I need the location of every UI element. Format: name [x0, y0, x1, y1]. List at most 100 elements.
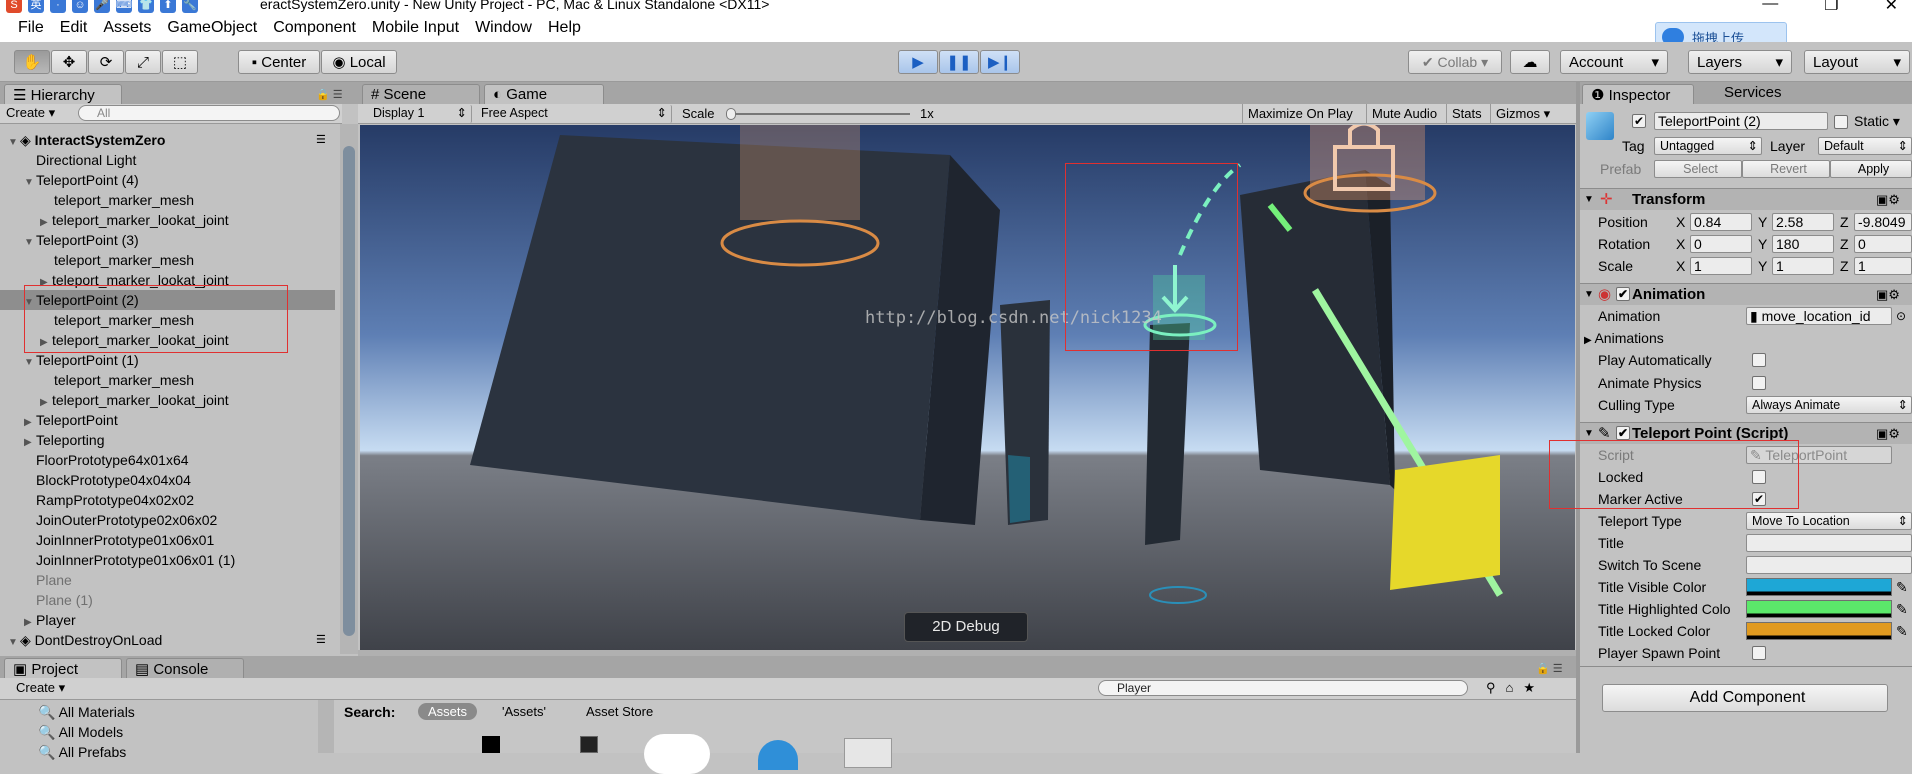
- mute-audio-toggle[interactable]: Mute Audio: [1366, 104, 1442, 124]
- layout-dropdown[interactable]: Layout ▾: [1804, 50, 1910, 74]
- hierarchy-search-input[interactable]: All: [78, 105, 340, 121]
- switch-scene-input[interactable]: [1746, 556, 1912, 574]
- hierarchy-item[interactable]: ▶ Player: [0, 610, 335, 630]
- menu-assets[interactable]: Assets: [95, 19, 159, 37]
- scale-tool-button[interactable]: ⤢: [125, 50, 161, 74]
- object-picker-icon[interactable]: ⊙: [1896, 305, 1906, 327]
- menu-edit[interactable]: Edit: [52, 19, 96, 37]
- hierarchy-item[interactable]: RampPrototype04x02x02: [0, 490, 335, 510]
- layers-dropdown[interactable]: Layers ▾: [1688, 50, 1792, 74]
- animate-physics-checkbox[interactable]: [1752, 376, 1766, 390]
- animations-row[interactable]: ▶ Animations: [1584, 327, 1898, 349]
- hierarchy-item[interactable]: Directional Light: [0, 150, 335, 170]
- tab-game[interactable]: ◐ Game: [484, 84, 604, 104]
- hierarchy-item[interactable]: teleport_marker_mesh: [0, 190, 335, 210]
- tag-dropdown[interactable]: Untagged ⇕: [1654, 137, 1762, 155]
- title-highlighted-color-swatch[interactable]: [1746, 600, 1892, 618]
- hierarchy-item[interactable]: BlockPrototype04x04x04: [0, 470, 335, 490]
- maximize-on-play-toggle[interactable]: Maximize On Play: [1242, 104, 1358, 124]
- culling-type-dropdown[interactable]: Always Animate ⇕: [1746, 396, 1912, 414]
- title-visible-color-swatch[interactable]: [1746, 578, 1892, 596]
- scope-assets[interactable]: Assets: [418, 703, 478, 720]
- sogou-icon[interactable]: S: [6, 0, 22, 13]
- debug-2d-button[interactable]: 2D Debug: [904, 612, 1028, 642]
- ime-voice-icon[interactable]: 🎤: [94, 0, 110, 13]
- menu-file[interactable]: File: [10, 19, 52, 37]
- title-input[interactable]: [1746, 534, 1912, 552]
- rotation-x-field[interactable]: 0: [1690, 235, 1752, 253]
- asset-thumbnail[interactable]: [758, 740, 798, 770]
- hierarchy-item[interactable]: ▼ ◈ InteractSystemZero ☰: [0, 130, 335, 150]
- play-automatically-checkbox[interactable]: [1752, 353, 1766, 367]
- add-component-button[interactable]: Add Component: [1602, 684, 1888, 712]
- ime-keyboard-icon[interactable]: ⌨: [116, 0, 132, 13]
- lock-icon[interactable]: 🔒 ☰: [1536, 662, 1563, 675]
- prefab-select-button[interactable]: Select: [1654, 160, 1742, 178]
- player-spawn-checkbox[interactable]: [1752, 646, 1766, 660]
- tab-inspector[interactable]: ❶ Inspector: [1582, 84, 1694, 104]
- hierarchy-item[interactable]: teleport_marker_mesh: [0, 250, 335, 270]
- scope-quoted-assets[interactable]: 'Assets': [502, 704, 546, 719]
- scale-y-field[interactable]: 1: [1772, 257, 1834, 275]
- script-enabled-checkbox[interactable]: ✔: [1616, 426, 1630, 440]
- menu-gameobject[interactable]: GameObject: [159, 19, 265, 37]
- object-name-input[interactable]: TeleportPoint (2): [1654, 112, 1828, 130]
- close-icon[interactable]: ✕: [1885, 0, 1898, 14]
- pause-button[interactable]: ❚❚: [939, 50, 979, 74]
- collab-button[interactable]: ✔ Collab ▾: [1408, 50, 1502, 74]
- eyedropper-icon[interactable]: ✎: [1896, 576, 1908, 598]
- scale-z-field[interactable]: 1: [1854, 257, 1912, 275]
- ime-toolbar[interactable]: S 英 · ☺ 🎤 ⌨ 👕 ⬆ 🔧: [0, 0, 198, 14]
- rotation-z-field[interactable]: 0: [1854, 235, 1912, 253]
- hierarchy-item[interactable]: ▼ TeleportPoint (3): [0, 230, 335, 250]
- eyedropper-icon[interactable]: ✎: [1896, 620, 1908, 642]
- hierarchy-item[interactable]: ▶ Teleporting: [0, 430, 335, 450]
- hierarchy-scrollbar[interactable]: [340, 124, 358, 654]
- play-button[interactable]: ▶: [898, 50, 938, 74]
- asset-thumbnail[interactable]: [580, 736, 598, 753]
- project-search-input[interactable]: Player: [1098, 680, 1468, 696]
- component-settings-icon[interactable]: ▣⚙: [1876, 423, 1900, 444]
- hierarchy-item[interactable]: ▶ teleport_marker_lookat_joint: [0, 210, 335, 230]
- menu-component[interactable]: Component: [265, 19, 364, 37]
- aspect-dropdown[interactable]: Free Aspect ⇕: [476, 105, 672, 123]
- rect-tool-button[interactable]: ⬚: [162, 50, 198, 74]
- tab-scene[interactable]: # Scene: [362, 84, 480, 104]
- space-toggle[interactable]: ◉ Local: [321, 50, 397, 74]
- prefab-revert-button[interactable]: Revert: [1742, 160, 1830, 178]
- component-settings-icon[interactable]: ▣⚙: [1876, 189, 1900, 210]
- hierarchy-item[interactable]: ▼ ◈ DontDestroyOnLoad ☰: [0, 630, 335, 650]
- move-tool-button[interactable]: ✥: [51, 50, 87, 74]
- hierarchy-item[interactable]: FloorPrototype64x01x64: [0, 450, 335, 470]
- animation-header[interactable]: ▼ ◉ ✔ Animation ▣⚙: [1580, 283, 1912, 305]
- display-dropdown[interactable]: Display 1 ⇕: [368, 105, 472, 123]
- rotation-y-field[interactable]: 180: [1772, 235, 1834, 253]
- hierarchy-item[interactable]: JoinInnerPrototype01x06x01: [0, 530, 335, 550]
- project-filter-icons[interactable]: ⚲⌂★: [1486, 680, 1545, 696]
- position-z-field[interactable]: -9.8049: [1854, 213, 1912, 231]
- teleport-type-dropdown[interactable]: Move To Location ⇕: [1746, 512, 1912, 530]
- stats-toggle[interactable]: Stats: [1446, 104, 1487, 124]
- tab-project[interactable]: ▣ Project: [4, 658, 122, 678]
- hand-tool-button[interactable]: ✋: [14, 50, 50, 74]
- scope-asset-store[interactable]: Asset Store: [586, 704, 653, 719]
- menu-window[interactable]: Window: [467, 19, 540, 37]
- asset-thumbnail[interactable]: [482, 736, 500, 753]
- hierarchy-item[interactable]: Plane (1): [0, 590, 335, 610]
- ime-tools-icon[interactable]: 🔧: [182, 0, 198, 13]
- title-locked-color-swatch[interactable]: [1746, 622, 1892, 640]
- maximize-icon[interactable]: ❐: [1824, 0, 1838, 14]
- hierarchy-item[interactable]: teleport_marker_mesh: [0, 370, 335, 390]
- ime-emoji-icon[interactable]: ☺: [72, 0, 88, 13]
- animation-clip-field[interactable]: ▮ move_location_id: [1746, 307, 1892, 325]
- tab-services[interactable]: Services: [1724, 84, 1782, 101]
- rotate-tool-button[interactable]: ⟳: [88, 50, 124, 74]
- hierarchy-item[interactable]: Plane: [0, 570, 335, 590]
- game-viewport[interactable]: http://blog.csdn.net/nick1234 2D Debug: [360, 125, 1575, 650]
- tab-hierarchy[interactable]: ☰ Hierarchy: [4, 84, 122, 104]
- scrollbar-thumb[interactable]: [343, 146, 355, 636]
- asset-thumbnail[interactable]: [844, 738, 892, 768]
- ime-lang-icon[interactable]: 英: [28, 0, 44, 13]
- hierarchy-item[interactable]: ▼ TeleportPoint (1): [0, 350, 335, 370]
- eyedropper-icon[interactable]: ✎: [1896, 598, 1908, 620]
